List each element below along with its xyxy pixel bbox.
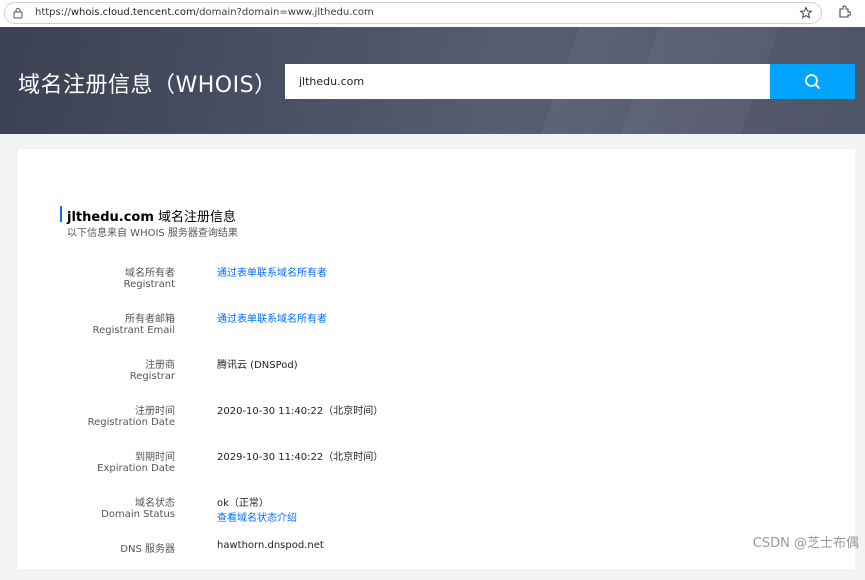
url-prefix: https:// [35,7,71,18]
registration-date-value: 2020-10-30 11:40:22（北京时间） [217,406,384,417]
row-label-cn: 域名状态 [135,498,175,509]
domain-search-input[interactable] [285,64,771,99]
row-label-en: Expiration Date [97,463,175,474]
row-label-cn: DNS 服务器 [120,544,175,555]
url-host: whois.cloud.tencent.com [70,7,196,18]
search-icon [805,74,820,89]
registrar-value: 腾讯云 (DNSPod) [217,360,298,371]
section-domain: jlthedu.com [67,210,154,225]
row-label-en: Registrar [129,371,175,382]
row-registrant-email: 所有者邮箱 Registrant Email 通过表单联系域名所有者 [18,310,855,350]
domain-status-value: ok（正常） [217,498,269,509]
banner: 域名注册信息（WHOIS） [0,27,865,134]
row-label-cn: 所有者邮箱 [125,314,175,325]
expiration-date-value: 2029-10-30 11:40:22（北京时间） [217,452,384,463]
url-path: /domain?domain=www.jlthedu.com [195,7,374,18]
extension-icon[interactable] [837,5,851,19]
row-label-cn: 注册商 [145,360,175,371]
section-subtitle: 以下信息来自 WHOIS 服务器查询结果 [67,228,238,239]
row-dns-server: DNS 服务器 hawthorn.dnspod.net [18,540,855,580]
row-registrar: 注册商 Registrar 腾讯云 (DNSPod) [18,356,855,396]
row-registration-date: 注册时间 Registration Date 2020-10-30 11:40:… [18,402,855,442]
url-text[interactable]: https://whois.cloud.tencent.com/domain?d… [35,7,374,18]
star-icon[interactable] [799,6,813,20]
section-title-suffix: 域名注册信息 [153,210,237,225]
row-label-cn: 到期时间 [135,452,175,463]
row-label-cn: 注册时间 [135,406,175,417]
whois-result-card: jlthedu.com 域名注册信息 以下信息来自 WHOIS 服务器查询结果 … [18,149,855,569]
watermark: CSDN @芝士布偶 [752,536,859,551]
search-button[interactable] [770,64,855,99]
row-label-en: Registrant [123,279,175,290]
row-label-cn: 域名所有者 [125,268,175,279]
row-label-en: Domain Status [101,509,175,520]
browser-address-bar: https://whois.cloud.tencent.com/domain?d… [0,0,865,27]
domain-status-help-link[interactable]: 查看域名状态介绍 [217,509,297,524]
page-title: 域名注册信息（WHOIS） [18,73,277,98]
section-title: jlthedu.com 域名注册信息 [67,206,236,225]
row-label-en: Registrant Email [92,325,175,336]
contact-registrant-email-link[interactable]: 通过表单联系域名所有者 [217,310,327,325]
row-registrant: 域名所有者 Registrant 通过表单联系域名所有者 [18,264,855,304]
url-field[interactable]: https://whois.cloud.tencent.com/domain?d… [4,2,822,24]
lock-icon[interactable] [13,7,23,19]
row-expiration-date: 到期时间 Expiration Date 2029-10-30 11:40:22… [18,448,855,488]
row-domain-status: 域名状态 Domain Status ok（正常） 查看域名状态介绍 [18,494,855,534]
row-label-en: Registration Date [87,417,175,428]
contact-registrant-link[interactable]: 通过表单联系域名所有者 [217,264,327,279]
section-accent-bar [60,206,62,222]
dns-server-value: hawthorn.dnspod.net [217,540,324,551]
